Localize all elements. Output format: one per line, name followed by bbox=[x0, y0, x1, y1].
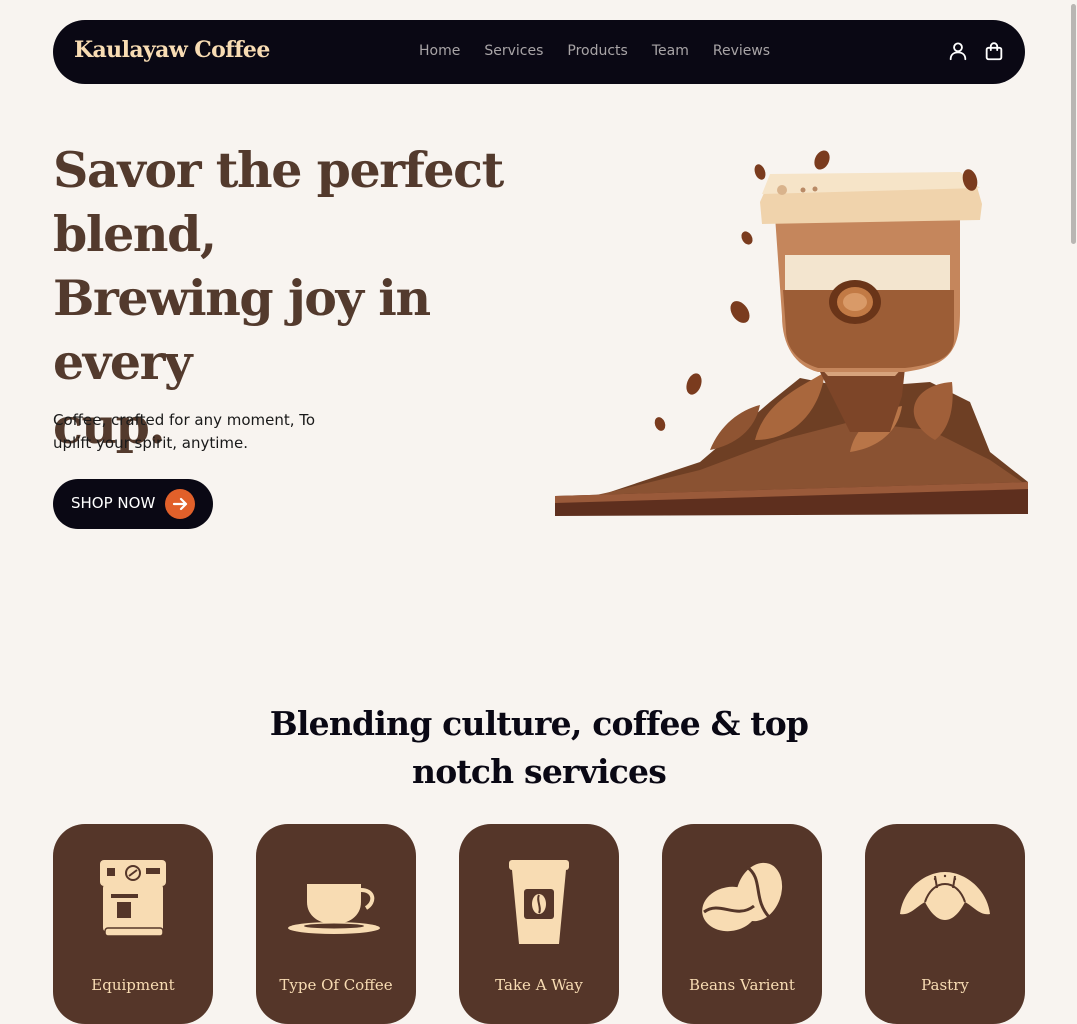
croissant-icon bbox=[900, 872, 990, 920]
coffee-beans-icon bbox=[702, 862, 783, 932]
nav-links: Home Services Products Team Reviews bbox=[419, 43, 770, 59]
service-card-label: Type Of Coffee bbox=[279, 976, 393, 994]
shop-now-label: SHOP NOW bbox=[71, 494, 156, 512]
nav-link-team[interactable]: Team bbox=[652, 43, 689, 59]
service-card-pastry[interactable]: Pastry bbox=[865, 824, 1025, 1024]
service-card-beans-varient[interactable]: Beans Varient bbox=[662, 824, 822, 1024]
arrow-right-icon bbox=[165, 489, 195, 519]
user-icon[interactable] bbox=[947, 40, 969, 62]
hero-title-line: blend, bbox=[53, 205, 217, 263]
shop-now-button[interactable]: SHOP NOW bbox=[53, 479, 213, 529]
service-card-label: Take A Way bbox=[495, 976, 583, 994]
nav-link-services[interactable]: Services bbox=[484, 43, 543, 59]
hero-subtitle: Coffee, crafted for any moment, To uplif… bbox=[53, 411, 316, 452]
service-card-equipment[interactable]: Equipment bbox=[53, 824, 213, 1024]
coffee-grinder-illustration bbox=[555, 150, 1028, 516]
service-card-label: Pastry bbox=[921, 976, 969, 994]
nav-link-products[interactable]: Products bbox=[567, 43, 627, 59]
service-card-type-of-coffee[interactable]: Type Of Coffee bbox=[256, 824, 416, 1024]
nav-link-reviews[interactable]: Reviews bbox=[713, 43, 770, 59]
hero-title-line: Savor the perfect bbox=[53, 141, 504, 199]
espresso-machine-icon bbox=[100, 860, 166, 937]
coffee-cup-icon bbox=[288, 884, 380, 934]
navbar: Kaulayaw Coffee Home Services Products T… bbox=[53, 20, 1025, 84]
scrollbar-thumb[interactable] bbox=[1071, 4, 1076, 244]
services-title: Blending culture, coffee & top notch ser… bbox=[269, 704, 809, 791]
takeaway-cup-icon bbox=[509, 860, 569, 944]
hero-title-line: Brewing joy in every bbox=[53, 269, 431, 391]
page-scrollbar[interactable] bbox=[1070, 0, 1077, 994]
nav-link-home[interactable]: Home bbox=[419, 43, 460, 59]
brand-logo[interactable]: Kaulayaw Coffee bbox=[74, 37, 270, 63]
service-card-label: Equipment bbox=[91, 976, 175, 994]
service-card-take-a-way[interactable]: Take A Way bbox=[459, 824, 619, 1024]
service-card-label: Beans Varient bbox=[689, 976, 795, 994]
shopping-bag-icon[interactable] bbox=[983, 40, 1005, 62]
